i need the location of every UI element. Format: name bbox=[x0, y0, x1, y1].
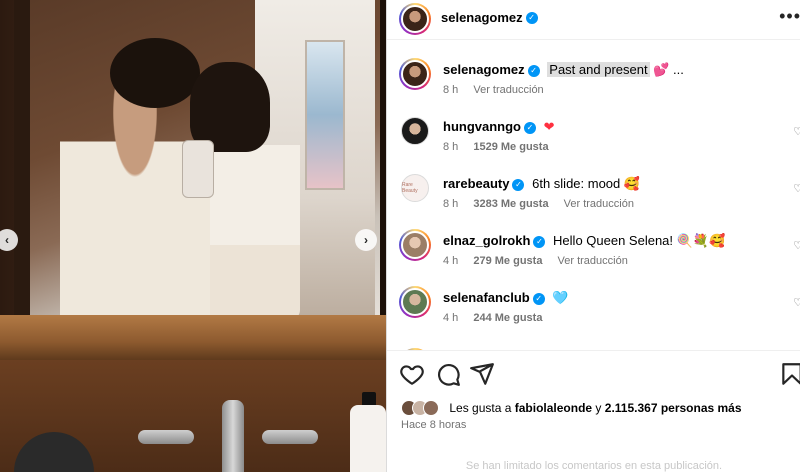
likes-prefix: Les gusta a bbox=[449, 401, 512, 415]
comment-item: Rare Beauty rarebeauty ✓ 6th slide: mood … bbox=[387, 156, 800, 213]
comments-list[interactable]: selenagomez ✓ Past and present 💕 ... 8 h … bbox=[387, 42, 800, 350]
share-icon[interactable] bbox=[469, 361, 495, 387]
comment-username[interactable]: elnaz_golrokh bbox=[443, 233, 530, 248]
comment-emoji: 🩵 bbox=[552, 290, 569, 305]
comment-body: selenagomez ✓ Past and present 💕 ... bbox=[443, 62, 684, 78]
comment-meta: 8 h 3283 Me gusta Ver traducción bbox=[443, 198, 646, 210]
comment-icon[interactable] bbox=[435, 361, 461, 387]
comment-meta: 4 h 279 Me gusta Ver traducción bbox=[443, 255, 640, 267]
header-avatar[interactable] bbox=[399, 3, 431, 35]
like-heart-icon[interactable] bbox=[399, 361, 425, 387]
like-comment-icon[interactable]: ♡ bbox=[793, 239, 800, 252]
comment-body: hungvanngo ✓ ❤ bbox=[443, 119, 555, 135]
comment-time: 8 h bbox=[443, 198, 459, 210]
photo-hair-woman bbox=[190, 62, 270, 152]
comment-text: 6th slide: mood bbox=[532, 176, 621, 191]
comment-avatar-image bbox=[401, 60, 429, 88]
comment-emoji: 💕 bbox=[653, 62, 670, 77]
post-header: selenagomez ✓ ••• bbox=[387, 0, 800, 40]
verified-icon: ✓ bbox=[533, 235, 546, 248]
comment-time: 8 h bbox=[443, 141, 459, 153]
likes-text: Les gusta a fabiolaleonde y 2.115.367 pe… bbox=[449, 401, 741, 415]
photo-poster bbox=[305, 40, 345, 190]
comment-time: 4 h bbox=[443, 255, 459, 267]
comment-username[interactable]: selenafanclub bbox=[443, 290, 530, 305]
comment-username[interactable]: rarebeauty bbox=[443, 176, 509, 191]
translate-link[interactable]: Ver traducción bbox=[473, 84, 543, 96]
comment-emoji: 🍭💐🥰 bbox=[676, 233, 726, 248]
comment-emoji: ❤ bbox=[543, 119, 555, 134]
comment-meta: 8 h 1529 Me gusta bbox=[443, 141, 561, 153]
comment-body: selenafanclub ✓ 🩵 bbox=[443, 290, 569, 306]
comment-meta: 4 h 244 Me gusta bbox=[443, 312, 554, 324]
comment-text: Hello Queen Selena! bbox=[553, 233, 674, 248]
comment-text: Past and present bbox=[547, 62, 650, 77]
comment-avatar-image bbox=[401, 231, 429, 259]
comment-avatar[interactable] bbox=[399, 229, 431, 261]
comments-limited-notice: Se han limitado los comentarios en esta … bbox=[465, 460, 723, 472]
photo-faucet bbox=[222, 400, 244, 472]
comment-item bbox=[387, 332, 800, 350]
verified-icon: ✓ bbox=[512, 178, 525, 191]
like-comment-icon[interactable]: ♡ bbox=[793, 125, 800, 138]
comment-time: 4 h bbox=[443, 312, 459, 324]
photo-phone bbox=[182, 140, 214, 198]
comment-body: elnaz_golrokh ✓ Hello Queen Selena! 🍭💐🥰 bbox=[443, 233, 725, 249]
comment-item: elnaz_golrokh ✓ Hello Queen Selena! 🍭💐🥰 4… bbox=[387, 213, 800, 270]
comment-likes[interactable]: 279 Me gusta bbox=[473, 255, 542, 267]
comment-likes[interactable]: 244 Me gusta bbox=[473, 312, 542, 324]
verified-icon: ✓ bbox=[532, 292, 545, 305]
comment-meta: 8 h Ver traducción bbox=[443, 84, 556, 96]
comment-time: 8 h bbox=[443, 84, 459, 96]
photo-counter bbox=[0, 315, 386, 360]
comment-username[interactable]: hungvanngo bbox=[443, 119, 521, 134]
post-image[interactable]: ‹ › bbox=[0, 0, 386, 472]
comment-avatar[interactable] bbox=[401, 117, 429, 145]
translate-link[interactable]: Ver traducción bbox=[558, 255, 628, 267]
like-comment-icon[interactable]: ♡ bbox=[793, 182, 800, 195]
photo-bottle bbox=[350, 405, 386, 472]
post-panel: selenagomez ✓ ••• selenagomez ✓ Past and p… bbox=[386, 0, 800, 472]
more-options-icon[interactable]: ••• bbox=[779, 6, 800, 27]
header-username[interactable]: selenagomez bbox=[441, 10, 523, 25]
carousel-next-button[interactable]: › bbox=[355, 229, 377, 251]
comment-username[interactable]: selenagomez bbox=[443, 62, 525, 77]
comment-likes[interactable]: 3283 Me gusta bbox=[473, 198, 548, 210]
likes-user-link[interactable]: fabiolaleonde bbox=[515, 401, 592, 415]
comment-item: hungvanngo ✓ ❤ 8 h 1529 Me gusta ♡ bbox=[387, 99, 800, 156]
photo-handle-right bbox=[262, 430, 318, 444]
verified-icon: ✓ bbox=[524, 121, 536, 134]
verified-icon: ✓ bbox=[527, 64, 540, 77]
liker-avatar bbox=[423, 400, 439, 416]
likes-and: y bbox=[595, 401, 602, 415]
avatar-logo-text: Rare Beauty bbox=[402, 182, 418, 194]
verified-icon: ✓ bbox=[525, 11, 538, 24]
post-timestamp[interactable]: Hace 8 horas bbox=[401, 419, 466, 431]
likes-count-link[interactable]: 2.115.367 personas más bbox=[605, 401, 742, 415]
header-user[interactable]: selenagomez ✓ bbox=[441, 9, 538, 27]
comment-body: rarebeauty ✓ 6th slide: mood 🥰 bbox=[443, 176, 640, 192]
header-avatar-image bbox=[401, 5, 429, 33]
save-bookmark-icon[interactable] bbox=[779, 361, 800, 387]
translate-link[interactable]: Ver traducción bbox=[564, 198, 634, 210]
post-actions: Les gusta a fabiolaleonde y 2.115.367 pe… bbox=[387, 350, 800, 472]
photo-hair-man bbox=[110, 38, 200, 108]
comment-avatar[interactable] bbox=[399, 286, 431, 318]
comment-avatar[interactable]: Rare Beauty bbox=[401, 174, 429, 202]
comment-item: selenafanclub ✓ 🩵 4 h 244 Me gusta ♡ bbox=[387, 270, 800, 327]
comment-item: selenagomez ✓ Past and present 💕 ... 8 h … bbox=[387, 42, 800, 99]
likes-summary[interactable]: Les gusta a fabiolaleonde y 2.115.367 pe… bbox=[401, 400, 742, 416]
comment-avatar[interactable] bbox=[399, 58, 431, 90]
photo-handle-left bbox=[138, 430, 194, 444]
comment-emoji: 🥰 bbox=[623, 176, 641, 191]
like-comment-icon[interactable]: ♡ bbox=[793, 296, 800, 309]
comment-likes[interactable]: 1529 Me gusta bbox=[473, 141, 548, 153]
comment-avatar-image bbox=[401, 288, 429, 316]
comment-ellipsis[interactable]: ... bbox=[673, 62, 684, 77]
